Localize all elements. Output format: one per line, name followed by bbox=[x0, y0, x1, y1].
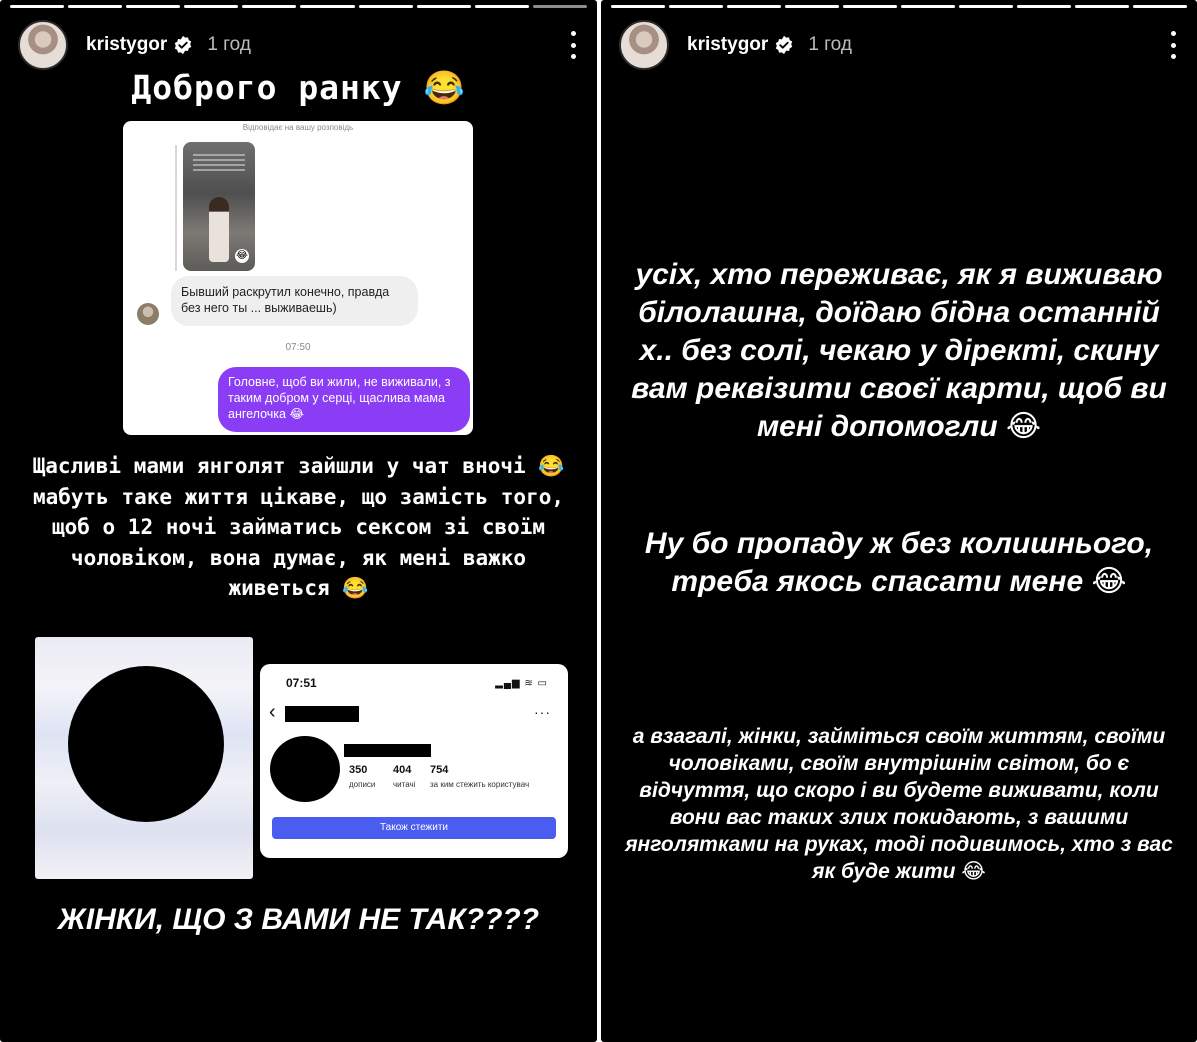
progress-segment bbox=[184, 5, 239, 8]
progress-segment bbox=[959, 5, 1013, 8]
progress-segment bbox=[416, 5, 471, 8]
status-bar-icons: ▂▄▆ ≋ ▭ bbox=[495, 678, 548, 689]
verified-badge-icon bbox=[175, 35, 192, 55]
progress-segment bbox=[843, 5, 897, 8]
story-thumbnail: 😂 bbox=[183, 142, 255, 271]
progress-segment bbox=[1133, 5, 1187, 8]
phone-time: 07:51 bbox=[286, 676, 317, 690]
censored-avatar bbox=[270, 736, 340, 802]
verified-badge-icon bbox=[776, 35, 793, 55]
story-greeting: Доброго ранку 😂 bbox=[131, 68, 466, 107]
progress-segment bbox=[10, 5, 65, 8]
story-panel-right[interactable]: kristygor 1 год усіх, хто переживає, як … bbox=[601, 0, 1197, 1042]
progress-segment bbox=[358, 5, 413, 8]
sender-avatar bbox=[137, 303, 159, 325]
outgoing-message: Головне, щоб ви жили, не виживали, з так… bbox=[218, 367, 470, 432]
post-time: 1 год bbox=[207, 34, 251, 55]
incoming-message: Бывший раскрутил конечно, правда без нег… bbox=[171, 276, 418, 326]
more-options-icon[interactable] bbox=[1169, 31, 1177, 59]
followers-stat: 404 читачі bbox=[393, 764, 416, 789]
story-header: kristygor 1 год bbox=[619, 20, 1179, 70]
follow-button: Також стежити bbox=[272, 817, 556, 839]
progress-segment bbox=[242, 5, 297, 8]
progress-segment bbox=[727, 5, 781, 8]
reply-line bbox=[175, 145, 177, 271]
progress-segment bbox=[532, 5, 587, 8]
progress-segment bbox=[1075, 5, 1129, 8]
story-panel-left[interactable]: kristygor 1 год Доброго ранку 😂 Відповід… bbox=[0, 0, 597, 1042]
story-caption: ЖІНКИ, ЩО З ВАМИ НЕ ТАК???? bbox=[57, 903, 540, 936]
story-text-block-3: а взагалі, жінки, займіться своїм життям… bbox=[625, 725, 1173, 883]
story-body-text: Щасливі мами янголят зайшли у чат вночі … bbox=[32, 454, 565, 600]
censored-name bbox=[344, 744, 431, 757]
progress-segment bbox=[901, 5, 955, 8]
following-stat: 754 за ким стежить користувач bbox=[430, 764, 530, 789]
menu-dots-icon: ··· bbox=[534, 704, 551, 720]
back-arrow-icon: ‹ bbox=[269, 701, 276, 723]
username[interactable]: kristygor bbox=[86, 34, 167, 56]
username[interactable]: kristygor bbox=[687, 34, 768, 56]
progress-segment bbox=[474, 5, 529, 8]
story-progress-bar bbox=[611, 5, 1187, 8]
reply-hint: Відповідає на вашу розповідь bbox=[242, 123, 354, 132]
story-progress-bar bbox=[10, 5, 587, 8]
post-time: 1 год bbox=[808, 34, 852, 55]
progress-segment bbox=[1017, 5, 1071, 8]
censored-username bbox=[285, 706, 359, 722]
progress-segment bbox=[126, 5, 181, 8]
laugh-emoji-icon: 😂 bbox=[235, 249, 249, 263]
progress-segment bbox=[611, 5, 665, 8]
progress-segment bbox=[669, 5, 723, 8]
more-options-icon[interactable] bbox=[569, 31, 577, 59]
story-header: kristygor 1 год bbox=[18, 20, 579, 70]
chat-timestamp: 07:50 bbox=[285, 342, 311, 353]
progress-segment bbox=[300, 5, 355, 8]
story-text-block-2: Ну бо пропаду ж без колишнього, треба як… bbox=[644, 527, 1154, 598]
posts-stat: 350 дописи bbox=[349, 764, 376, 789]
chat-screenshot: Відповідає на вашу розповідь 😂 Бывший ра… bbox=[123, 121, 473, 435]
censor-circle bbox=[68, 666, 224, 822]
profile-avatar[interactable] bbox=[619, 20, 669, 70]
progress-segment bbox=[68, 5, 123, 8]
story-text-block-1: усіх, хто переживає, як я виживаю білола… bbox=[631, 258, 1167, 443]
profile-screenshot: 07:51 ▂▄▆ ≋ ▭ ‹ ··· 350 дописи 404 читач… bbox=[260, 664, 568, 858]
progress-segment bbox=[785, 5, 839, 8]
profile-avatar[interactable] bbox=[18, 20, 68, 70]
